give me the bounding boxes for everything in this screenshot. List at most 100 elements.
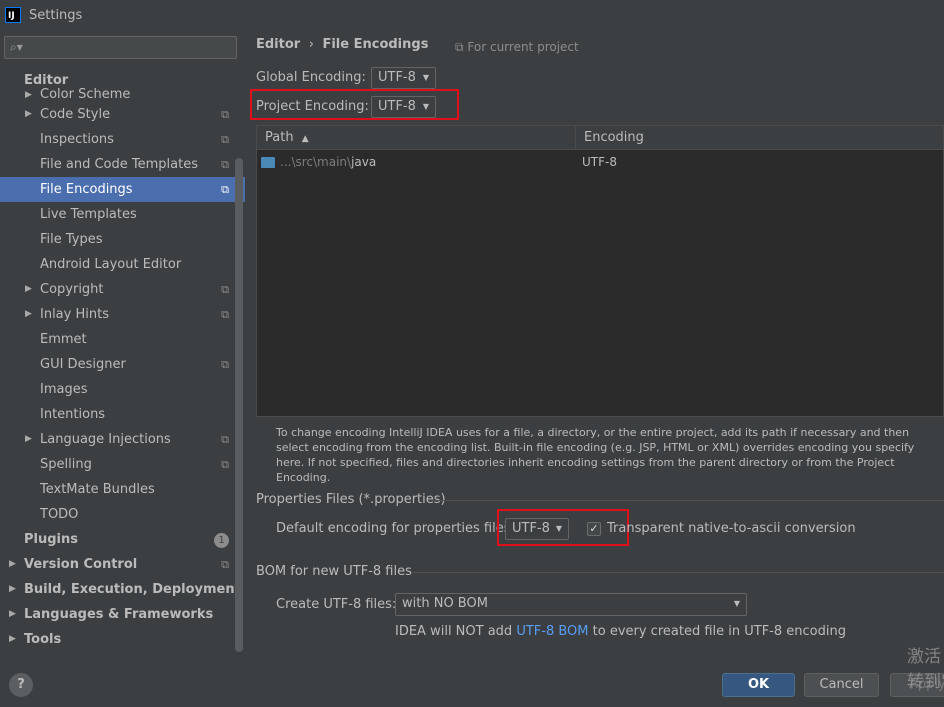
project-encoding-label: Project Encoding: xyxy=(256,99,369,114)
expand-arrow-icon[interactable]: ▶ xyxy=(9,577,16,602)
expand-arrow-icon[interactable]: ▶ xyxy=(9,552,16,577)
help-description: To change encoding IntelliJ IDEA uses fo… xyxy=(276,426,915,484)
sidebar-item-label: File and Code Templates xyxy=(40,157,198,172)
activation-watermark: 激活 转到" xyxy=(907,645,944,695)
breadcrumb-parent[interactable]: Editor xyxy=(256,37,300,52)
title-bar: IJ Settings xyxy=(0,0,944,30)
expand-arrow-icon[interactable]: ▶ xyxy=(25,88,32,102)
properties-encoding-select[interactable]: UTF-8 ▼ xyxy=(505,518,569,540)
sidebar-item-inspections[interactable]: Inspections ⧉ xyxy=(0,127,245,152)
column-header-path-label: Path xyxy=(265,130,294,145)
sidebar-item-file-types[interactable]: File Types xyxy=(0,227,245,252)
sidebar-item-spelling[interactable]: Spelling ⧉ xyxy=(0,452,245,477)
column-header-path[interactable]: Path ▲ xyxy=(257,126,309,149)
row-path: ...\src\main\java xyxy=(280,150,376,175)
row-path-prefix: ...\src\main\ xyxy=(280,155,352,169)
transparent-conversion-checkbox[interactable]: ✓ xyxy=(587,522,601,536)
chevron-down-icon: ▼ xyxy=(733,599,740,608)
default-encoding-label: Default encoding for properties files: xyxy=(276,521,515,536)
bom-select[interactable]: with NO BOM ▼ xyxy=(395,593,747,616)
sidebar-item-label: Build, Execution, Deployment xyxy=(24,582,241,597)
global-encoding-select[interactable]: UTF-8 ▼ xyxy=(371,67,436,89)
sidebar-item-gui-designer[interactable]: GUI Designer ⧉ xyxy=(0,352,245,377)
sidebar-item-code-style[interactable]: ▶ Code Style ⧉ xyxy=(0,102,245,127)
ok-button[interactable]: OK xyxy=(722,673,795,697)
expand-arrow-icon[interactable]: ▶ xyxy=(9,602,16,627)
sidebar-item-label: Tools xyxy=(24,632,62,647)
window-title: Settings xyxy=(29,7,83,23)
table-row[interactable]: ...\src\main\java UTF-8 xyxy=(257,150,943,175)
properties-encoding-value: UTF-8 xyxy=(512,521,550,536)
sidebar-item-version-control[interactable]: ▶ Version Control ⧉ xyxy=(0,552,245,577)
sidebar-item-color-scheme[interactable]: ▶ Color Scheme xyxy=(0,88,245,102)
breadcrumb-current: File Encodings xyxy=(322,37,429,52)
table-header: Path ▲ Encoding xyxy=(257,126,943,150)
utf8-bom-link[interactable]: UTF-8 BOM xyxy=(516,624,588,639)
breadcrumb-separator: › xyxy=(308,37,314,52)
sidebar-item-todo[interactable]: TODO xyxy=(0,502,245,527)
encoding-mapping-table[interactable]: Path ▲ Encoding ...\src\main\java UTF-8 xyxy=(256,125,944,417)
global-encoding-value: UTF-8 xyxy=(378,70,416,85)
sidebar-item-textmate-bundles[interactable]: TextMate Bundles xyxy=(0,477,245,502)
project-scope-icon: ⧉ xyxy=(455,40,464,54)
expand-arrow-icon[interactable]: ▶ xyxy=(25,277,32,302)
for-current-project-note: ⧉ For current project xyxy=(455,40,579,55)
intellij-logo-icon: IJ xyxy=(5,7,21,23)
help-button[interactable]: ? xyxy=(9,673,33,697)
expand-arrow-icon[interactable]: ▶ xyxy=(9,627,16,652)
project-encoding-select[interactable]: UTF-8 ▼ xyxy=(371,96,436,118)
sidebar-item-tools[interactable]: ▶ Tools xyxy=(0,627,245,652)
settings-sidebar: ⌕▾ Editor ▶ Color Scheme ▶ Code Style ⧉ Inspec… xyxy=(0,30,245,660)
dialog-footer: ? OK Cancel Apply xyxy=(0,660,944,707)
watermark-line-1: 激活 xyxy=(907,647,941,667)
sidebar-scrollbar[interactable] xyxy=(235,158,243,652)
sidebar-item-label: Intentions xyxy=(40,407,106,422)
sidebar-item-label: Plugins xyxy=(24,532,78,547)
sidebar-item-file-encodings[interactable]: File Encodings ⧉ xyxy=(0,177,245,202)
folder-icon xyxy=(261,157,275,168)
sort-ascending-icon: ▲ xyxy=(301,134,309,144)
sidebar-item-live-templates[interactable]: Live Templates xyxy=(0,202,245,227)
sidebar-item-label: Android Layout Editor xyxy=(40,257,182,272)
settings-search-input[interactable]: ⌕▾ xyxy=(4,36,237,59)
bom-note-before: IDEA will NOT add xyxy=(395,624,517,639)
sidebar-item-plugins[interactable]: Plugins 1 xyxy=(0,527,245,552)
sidebar-item-language-injections[interactable]: ▶ Language Injections ⧉ xyxy=(0,427,245,452)
sidebar-item-label: Code Style xyxy=(40,107,111,122)
chevron-down-icon: ▼ xyxy=(555,524,562,533)
sidebar-item-languages-frameworks[interactable]: ▶ Languages & Frameworks xyxy=(0,602,245,627)
sidebar-item-label: Images xyxy=(40,382,88,397)
expand-arrow-icon[interactable]: ▶ xyxy=(25,102,32,127)
sidebar-item-inlay-hints[interactable]: ▶ Inlay Hints ⧉ xyxy=(0,302,245,327)
section-divider xyxy=(433,500,944,501)
sidebar-item-android-layout-editor[interactable]: Android Layout Editor xyxy=(0,252,245,277)
bom-select-value: with NO BOM xyxy=(402,596,488,611)
project-scope-icon: ⧉ xyxy=(221,558,229,571)
project-scope-icon: ⧉ xyxy=(221,283,229,296)
search-icon: ⌕▾ xyxy=(10,40,23,54)
sidebar-item-label: File Encodings xyxy=(40,182,133,197)
column-header-encoding[interactable]: Encoding xyxy=(576,126,644,149)
row-encoding[interactable]: UTF-8 xyxy=(582,150,617,175)
expand-arrow-icon[interactable]: ▶ xyxy=(25,427,32,452)
sidebar-item-file-and-code-templates[interactable]: File and Code Templates ⧉ xyxy=(0,152,245,177)
sidebar-item-copyright[interactable]: ▶ Copyright ⧉ xyxy=(0,277,245,302)
sidebar-item-label: Inspections xyxy=(40,132,114,147)
project-scope-icon: ⧉ xyxy=(221,308,229,321)
section-divider xyxy=(411,572,944,573)
project-scope-icon: ⧉ xyxy=(221,158,229,171)
sidebar-item-images[interactable]: Images xyxy=(0,377,245,402)
sidebar-item-build-execution-deployment[interactable]: ▶ Build, Execution, Deployment xyxy=(0,577,245,602)
sidebar-item-label: Language Injections xyxy=(40,432,171,447)
chevron-down-icon: ▼ xyxy=(422,102,429,111)
sidebar-item-label: Version Control xyxy=(24,557,138,572)
expand-arrow-icon[interactable]: ▶ xyxy=(25,302,32,327)
sidebar-item-label: Live Templates xyxy=(40,207,137,222)
sidebar-item-intentions[interactable]: Intentions xyxy=(0,402,245,427)
bom-note: IDEA will NOT add UTF-8 BOM to every cre… xyxy=(395,624,846,639)
cancel-button[interactable]: Cancel xyxy=(804,673,879,697)
transparent-conversion-label[interactable]: Transparent native-to-ascii conversion xyxy=(607,521,856,536)
sidebar-item-label: Emmet xyxy=(40,332,87,347)
sidebar-item-emmet[interactable]: Emmet xyxy=(0,327,245,352)
row-path-name: java xyxy=(351,155,377,169)
